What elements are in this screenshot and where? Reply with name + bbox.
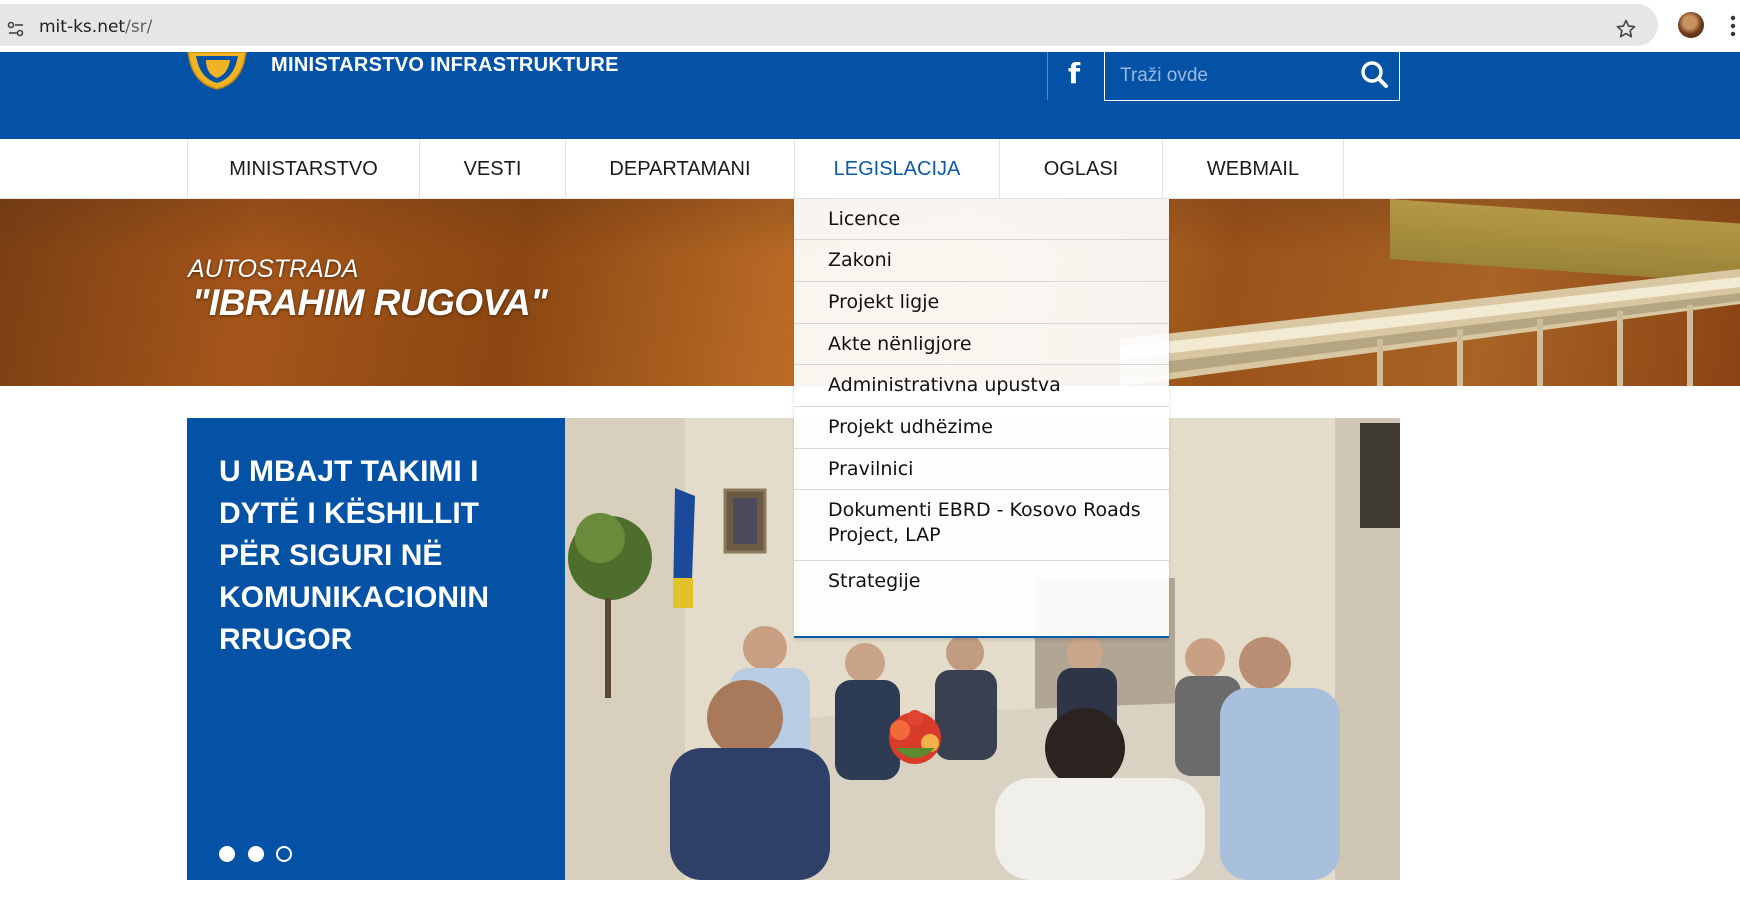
browser-chrome: mit-ks.net/sr/ [0, 0, 1740, 52]
site-info-icon[interactable] [6, 19, 26, 39]
profile-avatar[interactable] [1678, 12, 1704, 38]
highway-graphic [1120, 269, 1740, 386]
dropdown-item-dokumenti-ebrd[interactable]: Dokumenti EBRD - Kosovo Roads Project, L… [794, 490, 1169, 561]
nav-item-vesti[interactable]: VESTI [419, 139, 565, 199]
slide-text-panel: U MBAJT TAKIMI I DYTË I KËSHILLIT PËR SI… [187, 418, 565, 880]
dropdown-item-projekt-udhezime[interactable]: Projekt udhëzime [794, 407, 1169, 449]
dropdown-item-strategije[interactable]: Strategije [794, 561, 1169, 603]
main-nav: MINISTARSTVO VESTI DEPARTAMANI LEGISLACI… [0, 139, 1740, 199]
nav-item-legislacija[interactable]: LEGISLACIJA [794, 139, 999, 199]
hero-caption-line1: AUTOSTRADA [188, 255, 359, 283]
ministry-name[interactable]: MINISTARSTVO INFRASTRUKTURE [271, 54, 619, 77]
nav-divider [1343, 139, 1344, 199]
slider-dot-1[interactable] [219, 846, 235, 862]
more-menu-icon[interactable] [1730, 15, 1736, 37]
dropdown-item-projekt-ligje[interactable]: Projekt ligje [794, 282, 1169, 324]
url-path: /sr/ [125, 17, 153, 37]
header-divider [1047, 52, 1048, 100]
site-header: MINISTARSTVO INFRASTRUKTURE f [0, 52, 1740, 139]
dropdown-item-administrativna-upustva[interactable]: Administrativna upustva [794, 365, 1169, 407]
nav-item-webmail[interactable]: WEBMAIL [1162, 139, 1343, 199]
search-icon [1361, 61, 1388, 88]
search-input[interactable] [1105, 52, 1345, 99]
bookmark-star-icon[interactable] [1614, 17, 1638, 41]
nav-item-departamani[interactable]: DEPARTAMANI [565, 139, 794, 199]
dropdown-item-pravilnici[interactable]: Pravilnici [794, 449, 1169, 490]
ministry-logo[interactable] [186, 52, 248, 90]
facebook-icon[interactable]: f [1068, 57, 1086, 90]
address-bar[interactable]: mit-ks.net/sr/ [0, 4, 1658, 46]
slide-title[interactable]: U MBAJT TAKIMI I DYTË I KËSHILLIT PËR SI… [219, 451, 539, 661]
search-box [1104, 52, 1400, 101]
dropdown-item-zakoni[interactable]: Zakoni [794, 240, 1169, 282]
slider-dot-3[interactable] [276, 846, 292, 862]
legislacija-dropdown: Licence Zakoni Projekt ligje Akte nënlig… [794, 199, 1169, 638]
hero-caption-line2: "IBRAHIM RUGOVA" [192, 282, 548, 323]
nav-item-oglasi[interactable]: OGLASI [999, 139, 1162, 199]
search-button[interactable] [1357, 58, 1393, 92]
dropdown-item-akte-nenligjore[interactable]: Akte nënligjore [794, 324, 1169, 365]
dropdown-item-licence[interactable]: Licence [794, 199, 1169, 240]
nav-item-ministarstvo[interactable]: MINISTARSTVO [187, 139, 419, 199]
url-text[interactable]: mit-ks.net/sr/ [39, 17, 152, 37]
url-host: mit-ks.net [39, 17, 126, 37]
slider-dot-2[interactable] [248, 846, 264, 862]
